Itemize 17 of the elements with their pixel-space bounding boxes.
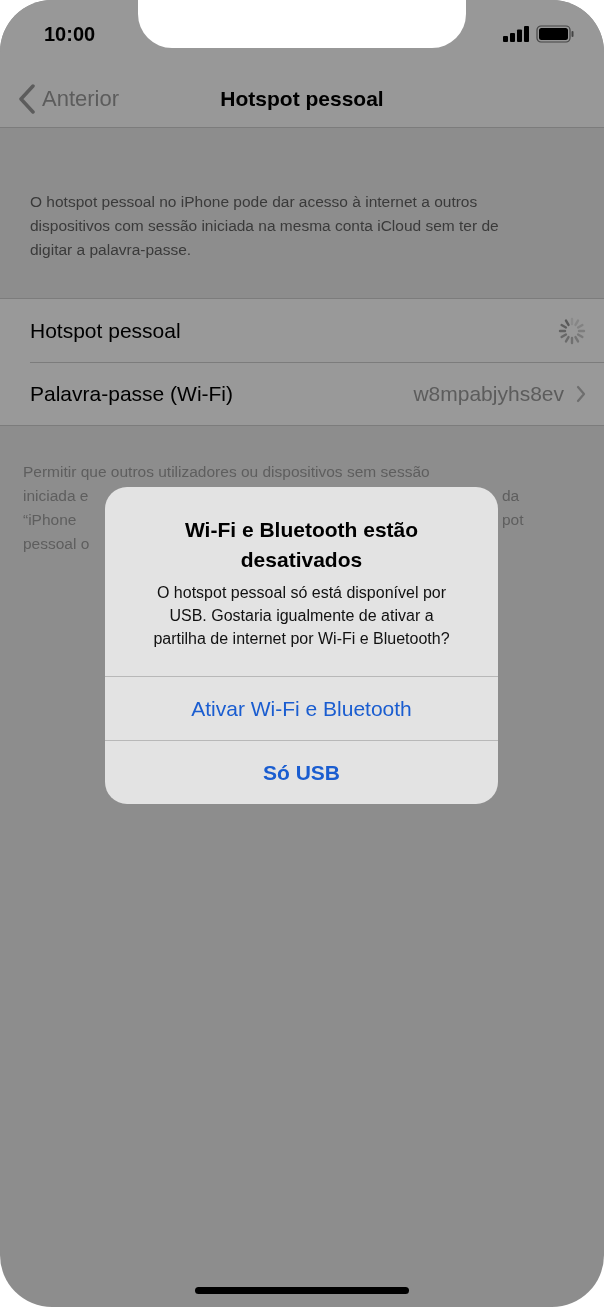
battery-icon (536, 25, 574, 43)
alert-message: O hotspot pessoal só está disponível por USB. Gostaria igualmente de ativar a partilha de internet por Wi-Fi e Bluetooth? (152, 583, 451, 649)
signal-icon (503, 26, 530, 42)
alert-title: Wi-Fi e Bluetooth estão desativados (183, 517, 420, 573)
row-label: Palavra-passe (Wi-Fi) (30, 381, 235, 408)
row-value: w8mpabjyhs8ev (413, 381, 564, 408)
alert-button[interactable]: Ativar Wi-Fi e Bluetooth (105, 676, 498, 740)
settings-row[interactable]: Hotspot pessoal (0, 299, 604, 362)
settings-row[interactable]: Palavra-passe (Wi-Fi) w8mpabjyhs8ev (30, 362, 604, 425)
page-title: Hotspot pessoal (220, 85, 384, 112)
chevron-left-icon (18, 83, 36, 114)
chevron-right-icon (576, 385, 586, 403)
status-time: 10:00 (44, 22, 96, 47)
row-label: Hotspot pessoal (30, 317, 182, 344)
alert-button[interactable]: Só USB (105, 740, 498, 804)
description-text: O hotspot pessoal no iPhone pode dar acesso à internet a outros dispositivos com sessão iniciada na mesma conta iCloud sem ter de digitar a palavra-passe. (30, 192, 500, 260)
loading-spinner-icon (558, 316, 586, 345)
